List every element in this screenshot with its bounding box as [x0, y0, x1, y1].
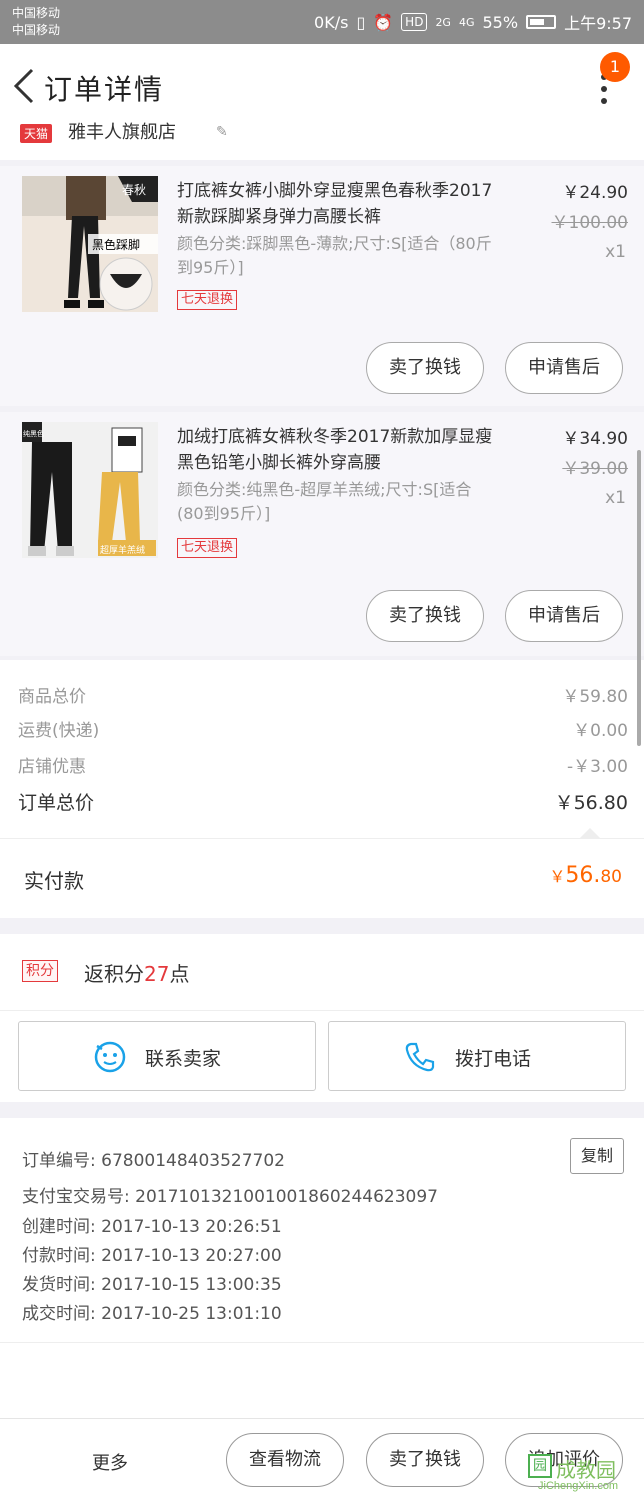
actual-payment-row: 实付款 ￥56.80	[0, 838, 644, 918]
shop-name[interactable]: 雅丰人旗舰店	[68, 118, 176, 144]
order-total-value: ￥56.80	[554, 792, 628, 814]
alipay-trade-number: 支付宝交易号: 2017101321001001860244623097	[22, 1187, 438, 1207]
watermark-text: 成教园	[556, 1458, 616, 1482]
vibrate-icon: ▯	[356, 12, 366, 32]
tmall-badge: 天猫	[20, 124, 53, 143]
order-number: 订单编号: 67800148403527702	[22, 1151, 286, 1171]
product-sku: 颜色分类:踩脚黑色-薄款;尺寸:S[适合（80斤到95斤）]	[177, 234, 492, 277]
after-sales-button[interactable]: 申请售后	[505, 590, 623, 642]
goods-total-row: 商品总价 ￥59.80	[18, 682, 628, 707]
blank-area	[0, 1342, 644, 1418]
product-title[interactable]: 加绒打底裤女裤秋冬季2017新款加厚显瘦黑色铅笔小脚长裤外穿高腰	[177, 424, 507, 476]
pencil-icon: ✎	[216, 124, 228, 140]
scrollbar[interactable]	[637, 450, 641, 746]
actual-payment-label: 实付款	[24, 869, 84, 893]
shop-row[interactable]: 天猫 雅丰人旗舰店 ✎	[0, 118, 644, 160]
order-info: 订单编号: 67800148403527702 复制 支付宝交易号: 20171…	[0, 1118, 644, 1342]
actual-payment-value: ￥56.80	[549, 863, 622, 888]
completed-time: 成交时间: 2017-10-25 13:01:10	[22, 1304, 282, 1324]
currency-symbol: ￥	[549, 867, 566, 886]
points-prefix: 返积分	[84, 962, 144, 986]
points-number: 27	[144, 962, 170, 986]
points-suffix: 点	[169, 962, 190, 986]
thumb-label: 黑色踩脚	[92, 237, 140, 252]
product-thumbnail[interactable]: 纯黑色 超厚羊羔绒	[22, 422, 158, 558]
divider-notch	[580, 828, 600, 838]
goods-total-label: 商品总价	[18, 687, 86, 707]
phone-icon	[405, 1042, 435, 1072]
status-indicators: 0K/s ▯ ⏰ HD 2G 4G 55% 上午9:57	[314, 10, 632, 34]
payment-decimal: 80	[600, 867, 622, 887]
price-summary: 商品总价 ￥59.80 运费(快递) ￥0.00 店铺优惠 -￥3.00 订单总…	[0, 660, 644, 838]
call-phone-label: 拨打电话	[455, 1048, 532, 1070]
more-link[interactable]: 更多	[92, 1449, 128, 1475]
product-title[interactable]: 打底裤女裤小脚外穿显瘦黑色春秋季2017新款踩脚紧身弹力高腰长裤	[177, 178, 507, 230]
goods-total-value: ￥59.80	[562, 687, 628, 707]
points-text: 返积分27点	[84, 958, 189, 987]
seven-day-return-badge: 七天退换	[177, 538, 238, 558]
sell-button[interactable]: 卖了换钱	[366, 590, 484, 642]
watermark-url: JiChengXin.com	[538, 1480, 619, 1492]
view-logistics-button[interactable]: 查看物流	[226, 1433, 344, 1487]
item-quantity: x1	[605, 242, 626, 262]
carrier-label: 中国移动	[12, 23, 61, 37]
clock: 上午9:57	[564, 14, 632, 33]
thumb-label: 春秋	[122, 183, 146, 197]
paid-time: 付款时间: 2017-10-13 20:27:00	[22, 1246, 282, 1266]
back-arrow-icon[interactable]	[10, 66, 40, 106]
shipped-time: 发货时间: 2017-10-15 13:00:35	[22, 1275, 282, 1295]
contact-seller-label: 联系卖家	[145, 1048, 222, 1070]
watermark-logo: 园 成教园 JiChengXin.com	[528, 1454, 638, 1496]
network-speed: 0K/s	[314, 12, 349, 32]
product-thumbnail[interactable]: 春秋 黑色踩脚	[22, 176, 158, 312]
item-price: ￥34.90	[562, 429, 628, 449]
discount-label: 店铺优惠	[18, 757, 86, 777]
page-title: 订单详情	[44, 73, 165, 106]
product-sku: 颜色分类:纯黑色-超厚羊羔绒;尺寸:S[适合(80到95斤）]	[177, 480, 472, 523]
hd-icon: HD	[401, 13, 428, 31]
thumb-label: 纯黑色	[23, 429, 44, 438]
status-bar: 中国移动 中国移动 0K/s ▯ ⏰ HD 2G 4G 55% 上午9:57	[0, 0, 644, 44]
discount-row: 店铺优惠 -￥3.00	[18, 752, 628, 777]
sell-button[interactable]: 卖了换钱	[366, 1433, 484, 1487]
watermark-icon: 园	[528, 1454, 552, 1478]
copy-button[interactable]: 复制	[570, 1138, 624, 1174]
chat-bubble-icon	[94, 1041, 126, 1073]
points-badge: 积分	[22, 960, 58, 982]
created-time: 创建时间: 2017-10-13 20:26:51	[22, 1217, 282, 1237]
points-row: 积分 返积分27点	[0, 934, 644, 1010]
notification-badge: 1	[600, 52, 630, 82]
bottom-action-bar: 更多 查看物流 卖了换钱 追加评价 园 成教园 JiChengXin.com	[0, 1418, 644, 1500]
shipping-value: ￥0.00	[573, 721, 628, 741]
payment-integer: 56.	[565, 863, 601, 888]
sell-button[interactable]: 卖了换钱	[366, 342, 484, 394]
order-item[interactable]: 春秋 黑色踩脚 打底裤女裤小脚外穿显瘦黑色春秋季2017新款踩脚紧身弹力高腰长裤…	[0, 166, 644, 406]
order-total-label: 订单总价	[18, 792, 95, 814]
contact-section: 联系卖家 拨打电话	[0, 1010, 644, 1102]
battery-icon	[526, 15, 557, 29]
signal-2g-icon: 2G	[435, 15, 451, 29]
order-total-row: 订单总价 ￥56.80	[18, 788, 628, 815]
item-original-price: ￥100.00	[551, 213, 628, 233]
call-phone-button[interactable]: 拨打电话	[328, 1021, 626, 1091]
item-price: ￥24.90	[562, 183, 628, 203]
item-quantity: x1	[605, 488, 626, 508]
discount-value: -￥3.00	[567, 757, 628, 777]
order-item[interactable]: 纯黑色 超厚羊羔绒 加绒打底裤女裤秋冬季2017新款加厚显瘦黑色铅笔小脚长裤外穿…	[0, 412, 644, 656]
seven-day-return-badge: 七天退换	[177, 290, 238, 310]
after-sales-button[interactable]: 申请售后	[505, 342, 623, 394]
contact-seller-button[interactable]: 联系卖家	[18, 1021, 316, 1091]
alarm-icon: ⏰	[373, 12, 394, 32]
signal-4g-icon: 4G	[458, 15, 475, 29]
battery-percent: 55%	[482, 12, 519, 32]
carrier-label: 中国移动	[12, 6, 61, 20]
shipping-row: 运费(快递) ￥0.00	[18, 716, 628, 741]
shipping-label: 运费(快递)	[18, 721, 100, 741]
item-original-price: ￥39.00	[562, 459, 628, 479]
thumb-label: 超厚羊羔绒	[100, 544, 145, 556]
